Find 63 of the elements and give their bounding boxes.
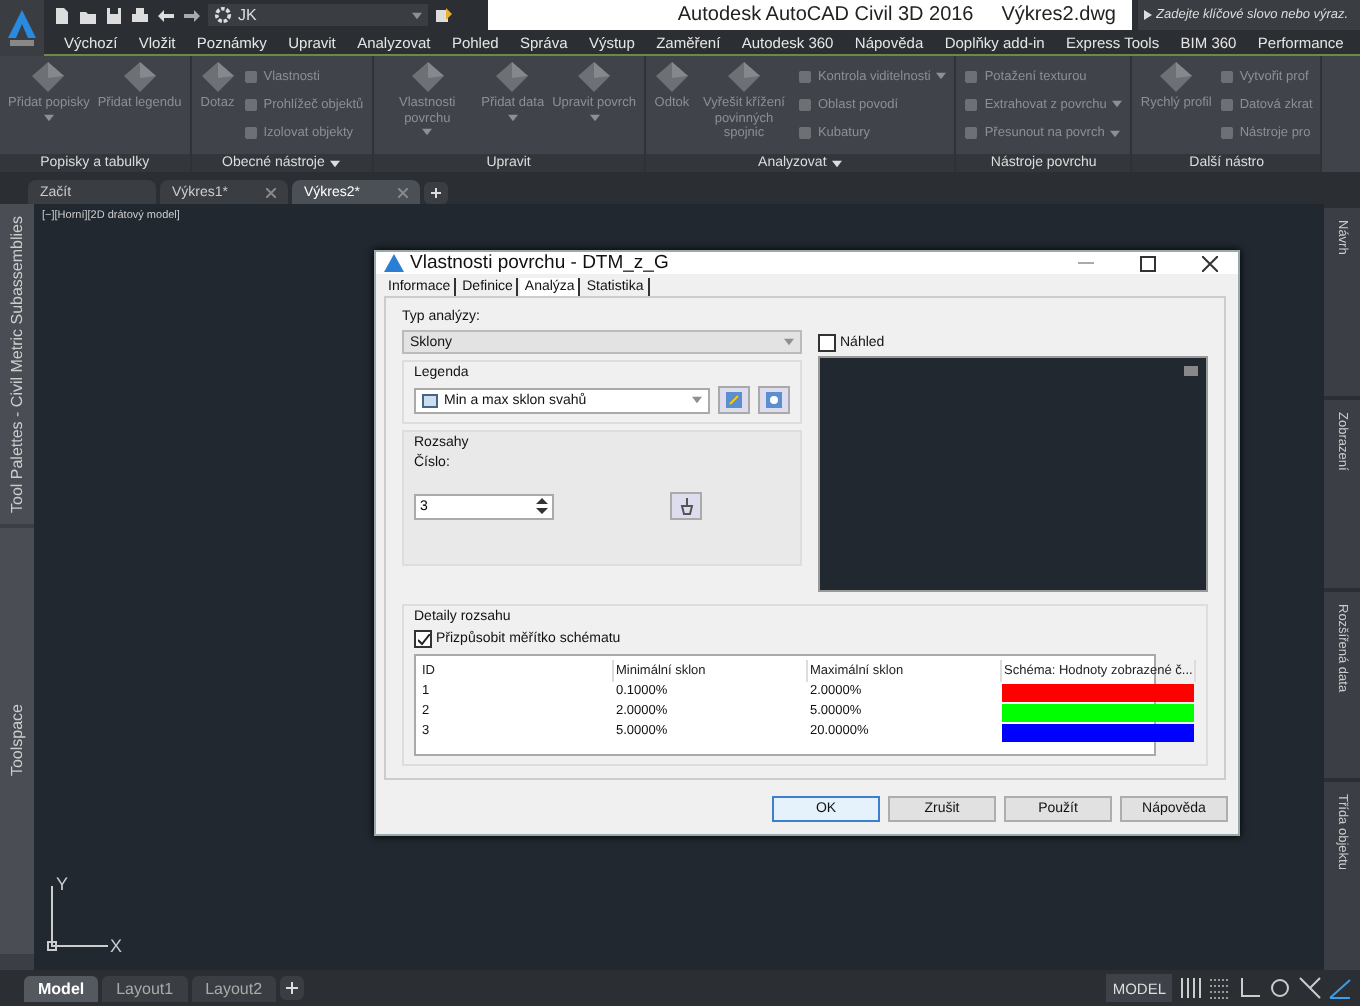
checkbox[interactable] (414, 630, 432, 648)
tool-icon (409, 60, 446, 94)
caret-icon (507, 113, 518, 121)
tool-icon (725, 60, 762, 94)
caret-icon (1112, 100, 1123, 109)
layout-tab[interactable]: Layout1 (102, 975, 188, 1001)
tool-icon (121, 60, 158, 94)
tool-icon (653, 60, 690, 94)
style-icon (422, 393, 438, 407)
ortho-icon[interactable] (1238, 976, 1262, 1000)
palette-bar[interactable]: Toolspace (0, 528, 34, 954)
close-icon[interactable] (1202, 255, 1218, 271)
play-icon[interactable] (1144, 10, 1152, 20)
polar-icon[interactable] (1268, 976, 1292, 1000)
spin-arrows-icon[interactable] (532, 496, 552, 516)
layout-tab[interactable]: Layout2 (191, 975, 277, 1001)
plus-icon[interactable] (280, 976, 305, 1000)
share-icon[interactable] (434, 5, 454, 25)
redo-icon[interactable] (182, 5, 202, 25)
annotation-icon[interactable] (1328, 976, 1352, 1000)
grid-icon[interactable] (1178, 976, 1202, 1000)
document-title: Výkres2.dwg (1001, 4, 1116, 26)
caret-icon (1110, 129, 1121, 138)
caret-icon (412, 11, 422, 19)
app-logo-icon (384, 254, 404, 272)
app-title: Autodesk AutoCAD Civil 3D 2016 (677, 4, 974, 26)
color-swatch[interactable] (1002, 684, 1195, 702)
edit-icon (726, 392, 742, 408)
save-icon[interactable] (104, 5, 124, 25)
color-swatch[interactable] (1002, 704, 1195, 722)
layout-tab[interactable]: Model (24, 975, 99, 1001)
tool-icon (494, 60, 531, 94)
color-swatch[interactable] (1002, 724, 1195, 742)
caret-icon[interactable] (832, 159, 843, 167)
tool-icon (199, 60, 236, 94)
print-icon[interactable] (130, 5, 150, 25)
caret-icon (589, 113, 600, 121)
new-file-icon[interactable] (52, 5, 72, 25)
check-icon (417, 633, 429, 645)
plus-icon[interactable] (424, 182, 448, 204)
tool-icon (30, 60, 67, 94)
tool-icon (576, 60, 613, 94)
caret-icon[interactable] (330, 159, 341, 167)
snap-icon[interactable] (1208, 976, 1232, 1000)
osnap-icon[interactable] (1298, 976, 1322, 1000)
checkbox[interactable] (818, 334, 836, 352)
run-analysis-button[interactable] (670, 492, 702, 520)
preview-style-button[interactable] (758, 386, 790, 414)
caret-icon (422, 128, 433, 136)
dialog-title: Vlastnosti povrchu - DTM_z_G (410, 252, 671, 274)
funnel-icon (679, 497, 693, 515)
gear-icon (214, 6, 232, 24)
caret-icon (43, 113, 54, 121)
preview-icon (766, 392, 782, 408)
maximize-icon[interactable] (1140, 255, 1156, 271)
caret-icon (936, 72, 947, 81)
caret-icon (692, 396, 702, 404)
workspace-dropdown[interactable]: JK (208, 4, 428, 26)
palette-bar[interactable]: Tool Palettes - Civil Metric Subassemblies (0, 204, 34, 524)
tool-icon (1158, 60, 1195, 94)
caret-icon (784, 338, 794, 346)
app-logo-icon[interactable] (6, 8, 38, 48)
undo-icon[interactable] (156, 5, 176, 25)
